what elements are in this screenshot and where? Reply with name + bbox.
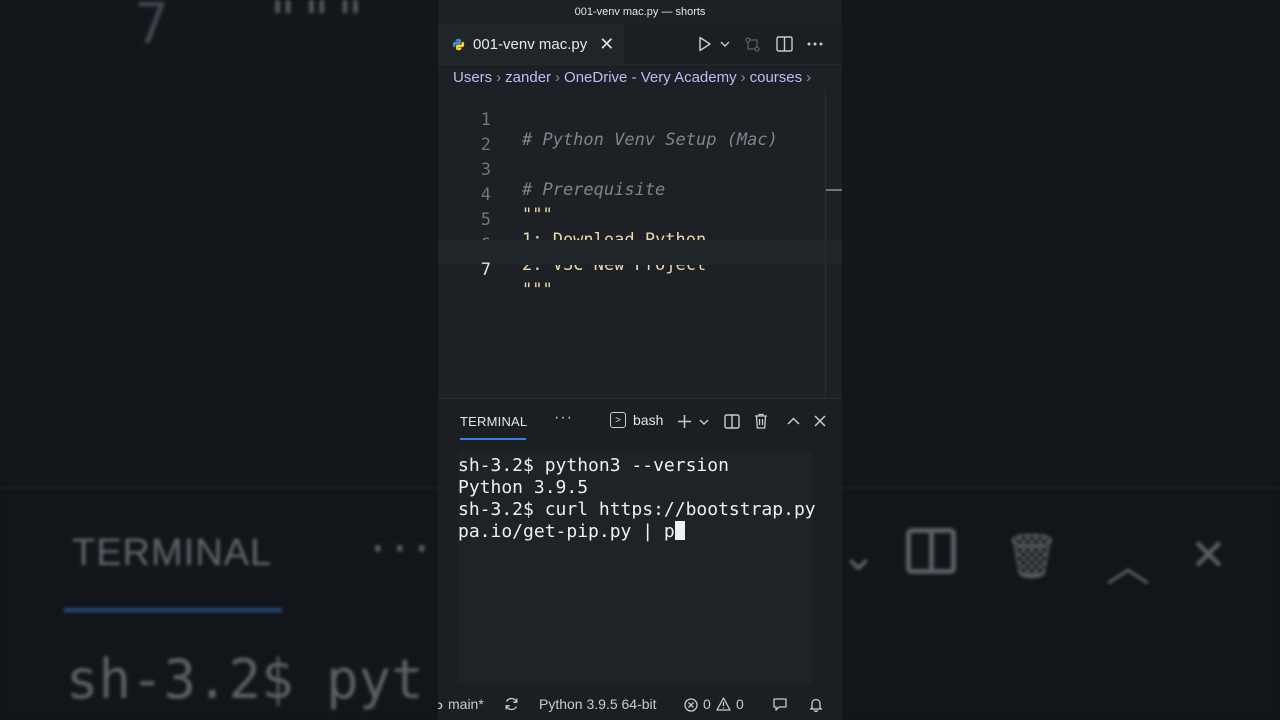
terminal-cursor	[674, 521, 685, 540]
code-line: 5 1: Download Python	[438, 190, 842, 250]
error-count[interactable]: 0	[703, 696, 711, 712]
warning-icon	[716, 697, 731, 711]
code-editor[interactable]: 1 # Python Venv Setup (Mac) 2 3 # Prereq…	[438, 90, 842, 398]
editor-tab[interactable]: 001-venv mac.py ✕	[438, 24, 624, 64]
split-terminal-icon[interactable]	[724, 414, 740, 429]
terminal-line: Python 3.9.5	[458, 477, 589, 498]
chevron-down-icon[interactable]	[699, 418, 709, 426]
breadcrumb-item[interactable]: zander	[505, 69, 551, 86]
active-tab-indicator	[460, 438, 526, 440]
bg-chevron-icon: ⌄	[840, 530, 877, 581]
tab-label: 001-venv mac.py	[473, 35, 588, 53]
bg-close-icon: ✕	[1190, 530, 1227, 581]
breadcrumb-item[interactable]: courses	[750, 69, 803, 86]
editor-tab-bar: 001-venv mac.py ✕	[438, 24, 842, 65]
feedback-icon[interactable]	[772, 697, 788, 712]
bg-terminal-underline	[64, 608, 282, 612]
terminal-icon: >	[610, 412, 626, 428]
terminal-line: sh-3.2$ curl https://bootstrap.py	[458, 499, 816, 520]
code-line: 2	[438, 115, 842, 155]
close-icon[interactable]	[814, 415, 826, 427]
chevron-up-icon[interactable]	[787, 417, 800, 425]
error-icon	[684, 698, 698, 712]
compare-icon[interactable]	[744, 36, 761, 53]
terminal-panel: TERMINAL ··· > bash sh-3.2$ python3 --ve…	[438, 398, 842, 689]
tab-terminal[interactable]: TERMINAL	[460, 414, 527, 429]
split-editor-icon[interactable]	[776, 36, 793, 52]
panel-header: TERMINAL ··· > bash	[438, 399, 842, 443]
code-line: 6 2: VSC New Project	[438, 215, 842, 275]
close-icon[interactable]: ✕	[599, 35, 614, 53]
shell-label: bash	[633, 412, 664, 428]
code-line: 3 # Prerequisite	[438, 140, 842, 200]
minimap-border	[825, 90, 826, 398]
scrollbar-marker[interactable]	[826, 189, 842, 191]
plus-icon[interactable]	[677, 414, 692, 429]
breadcrumb-item[interactable]: OneDrive - Very Academy	[564, 69, 737, 86]
run-icon[interactable]	[698, 36, 712, 52]
bell-icon[interactable]	[809, 697, 823, 712]
breadcrumb: Users › zander › OneDrive - Very Academy › cou…	[438, 65, 842, 91]
bg-more-icon: ···	[370, 520, 436, 578]
status-bar: ᖯ main* Python 3.9.5 64-bit 0 0	[438, 688, 842, 720]
branch-icon: ᖯ	[438, 696, 443, 712]
python-interpreter[interactable]: Python 3.9.5 64-bit	[539, 696, 657, 712]
code-text: """	[522, 280, 553, 300]
vscode-window: 001-venv mac.py — shorts 001-venv mac.py…	[438, 0, 842, 720]
terminal-selector[interactable]: > bash	[610, 412, 663, 428]
sync-icon[interactable]	[504, 697, 519, 711]
terminal-line: sh-3.2$ python3 --version	[458, 455, 729, 476]
breadcrumb-item[interactable]: Users	[453, 69, 492, 86]
window-title: 001-venv mac.py — shorts	[438, 0, 842, 24]
terminal-input: pa.io/get-pip.py | p	[458, 521, 675, 542]
code-line: 1 # Python Venv Setup (Mac)	[438, 90, 842, 150]
trash-icon[interactable]	[754, 413, 768, 429]
more-icon[interactable]	[807, 42, 823, 46]
bg-line-number: 7	[135, 0, 169, 57]
bg-split-icon	[906, 528, 956, 574]
bg-chevron-up-icon: ︿	[1106, 541, 1150, 592]
code-line: 4 """	[438, 165, 842, 225]
terminal-output[interactable]: sh-3.2$ python3 --version Python 3.9.5 s…	[458, 451, 816, 683]
bg-trash-icon: 🗑	[1004, 531, 1060, 582]
bg-terminal-label: TERMINAL	[72, 532, 273, 574]
chevron-down-icon[interactable]	[720, 40, 730, 48]
python-file-icon	[452, 38, 465, 50]
warning-count[interactable]: 0	[736, 696, 744, 712]
terminal-line-current: pa.io/get-pip.py | p	[458, 521, 685, 543]
git-branch[interactable]: main*	[448, 696, 484, 712]
more-icon[interactable]: ···	[554, 409, 573, 427]
line-number: 7	[480, 260, 491, 280]
code-line-active: 7 """	[438, 240, 842, 300]
bg-quote: """	[266, 0, 368, 53]
